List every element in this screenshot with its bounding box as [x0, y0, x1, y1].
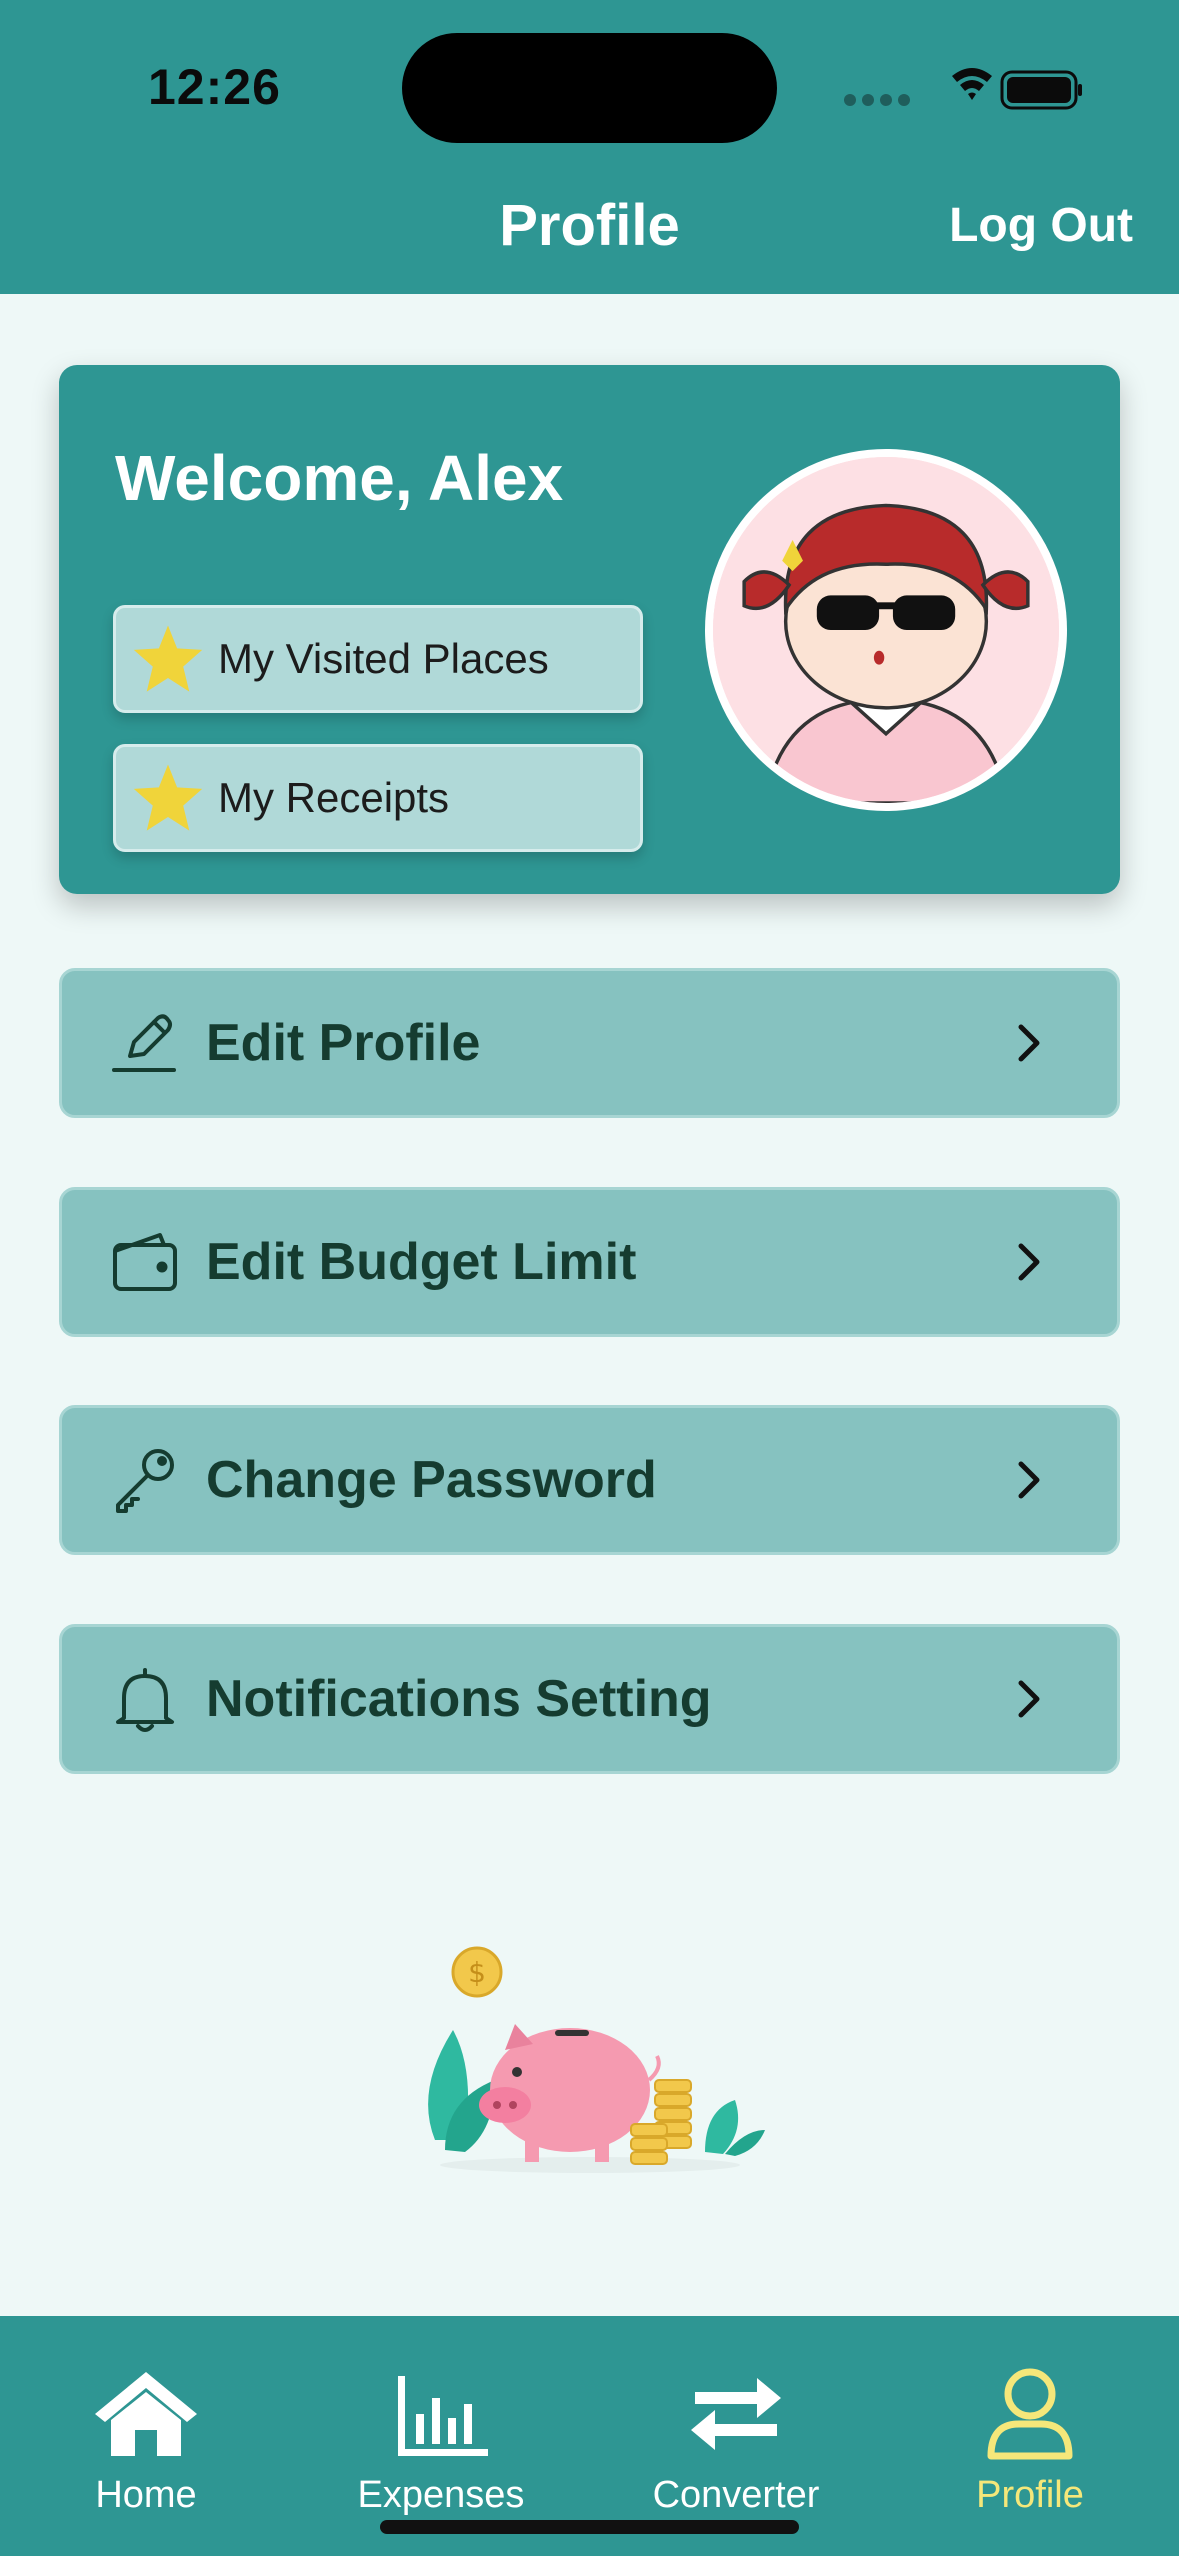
welcome-greeting: Welcome, Alex: [115, 442, 564, 514]
tab-converter[interactable]: Converter: [606, 2366, 866, 2517]
status-icons: [844, 68, 1082, 110]
status-time: 12:26: [148, 59, 281, 115]
chevron-right-icon: [1018, 1243, 1040, 1281]
tab-expenses-label: Expenses: [357, 2474, 525, 2516]
avatar-illustration: [713, 457, 1059, 803]
tab-expenses[interactable]: Expenses: [311, 2366, 571, 2517]
chevron-right-icon: [1018, 1461, 1040, 1499]
edit-budget-limit-row[interactable]: Edit Budget Limit: [59, 1187, 1120, 1337]
person-icon: [987, 2368, 1073, 2460]
swap-arrows-icon: [691, 2378, 781, 2450]
edit-profile-row[interactable]: Edit Profile: [59, 968, 1120, 1118]
receipts-label: My Receipts: [218, 774, 450, 821]
star-icon: [133, 764, 203, 831]
visited-places-button[interactable]: My Visited Places: [113, 605, 643, 713]
logout-button[interactable]: Log Out: [949, 198, 1133, 253]
visited-places-label: My Visited Places: [218, 635, 549, 682]
dynamic-island: [402, 33, 777, 143]
edit-profile-label: Edit Profile: [206, 1014, 481, 1072]
home-icon: [95, 2372, 197, 2456]
tab-home-label: Home: [95, 2474, 197, 2516]
key-icon: [116, 1449, 174, 1513]
pencil-icon: [112, 1014, 176, 1072]
tab-converter-label: Converter: [652, 2474, 820, 2516]
home-indicator: [380, 2520, 799, 2534]
wallet-icon: [113, 1233, 177, 1291]
star-icon: [133, 625, 203, 692]
signal-icon: [844, 94, 910, 106]
bar-chart-icon: [398, 2376, 488, 2456]
notifications-setting-row[interactable]: Notifications Setting: [59, 1624, 1120, 1774]
change-password-label: Change Password: [206, 1451, 657, 1509]
piggy-bank-illustration: $: [428, 1946, 765, 2173]
chevron-right-icon: [1018, 1680, 1040, 1718]
svg-text:$: $: [468, 1956, 486, 1989]
bell-icon: [116, 1668, 174, 1732]
change-password-row[interactable]: Change Password: [59, 1405, 1120, 1555]
receipts-button[interactable]: My Receipts: [113, 744, 643, 852]
edit-budget-limit-label: Edit Budget Limit: [206, 1233, 637, 1291]
wifi-icon: [952, 68, 992, 100]
battery-icon: [1000, 70, 1082, 110]
tab-profile-label: Profile: [976, 2474, 1084, 2516]
notifications-setting-label: Notifications Setting: [206, 1670, 712, 1728]
tab-home[interactable]: Home: [16, 2366, 276, 2517]
tab-profile[interactable]: Profile: [900, 2366, 1160, 2517]
avatar[interactable]: [705, 449, 1067, 811]
welcome-card: Welcome, Alex My Visited Places My Recei…: [59, 365, 1120, 894]
header: 12:26 Profile Log Out: [0, 0, 1179, 294]
chevron-right-icon: [1018, 1024, 1040, 1062]
